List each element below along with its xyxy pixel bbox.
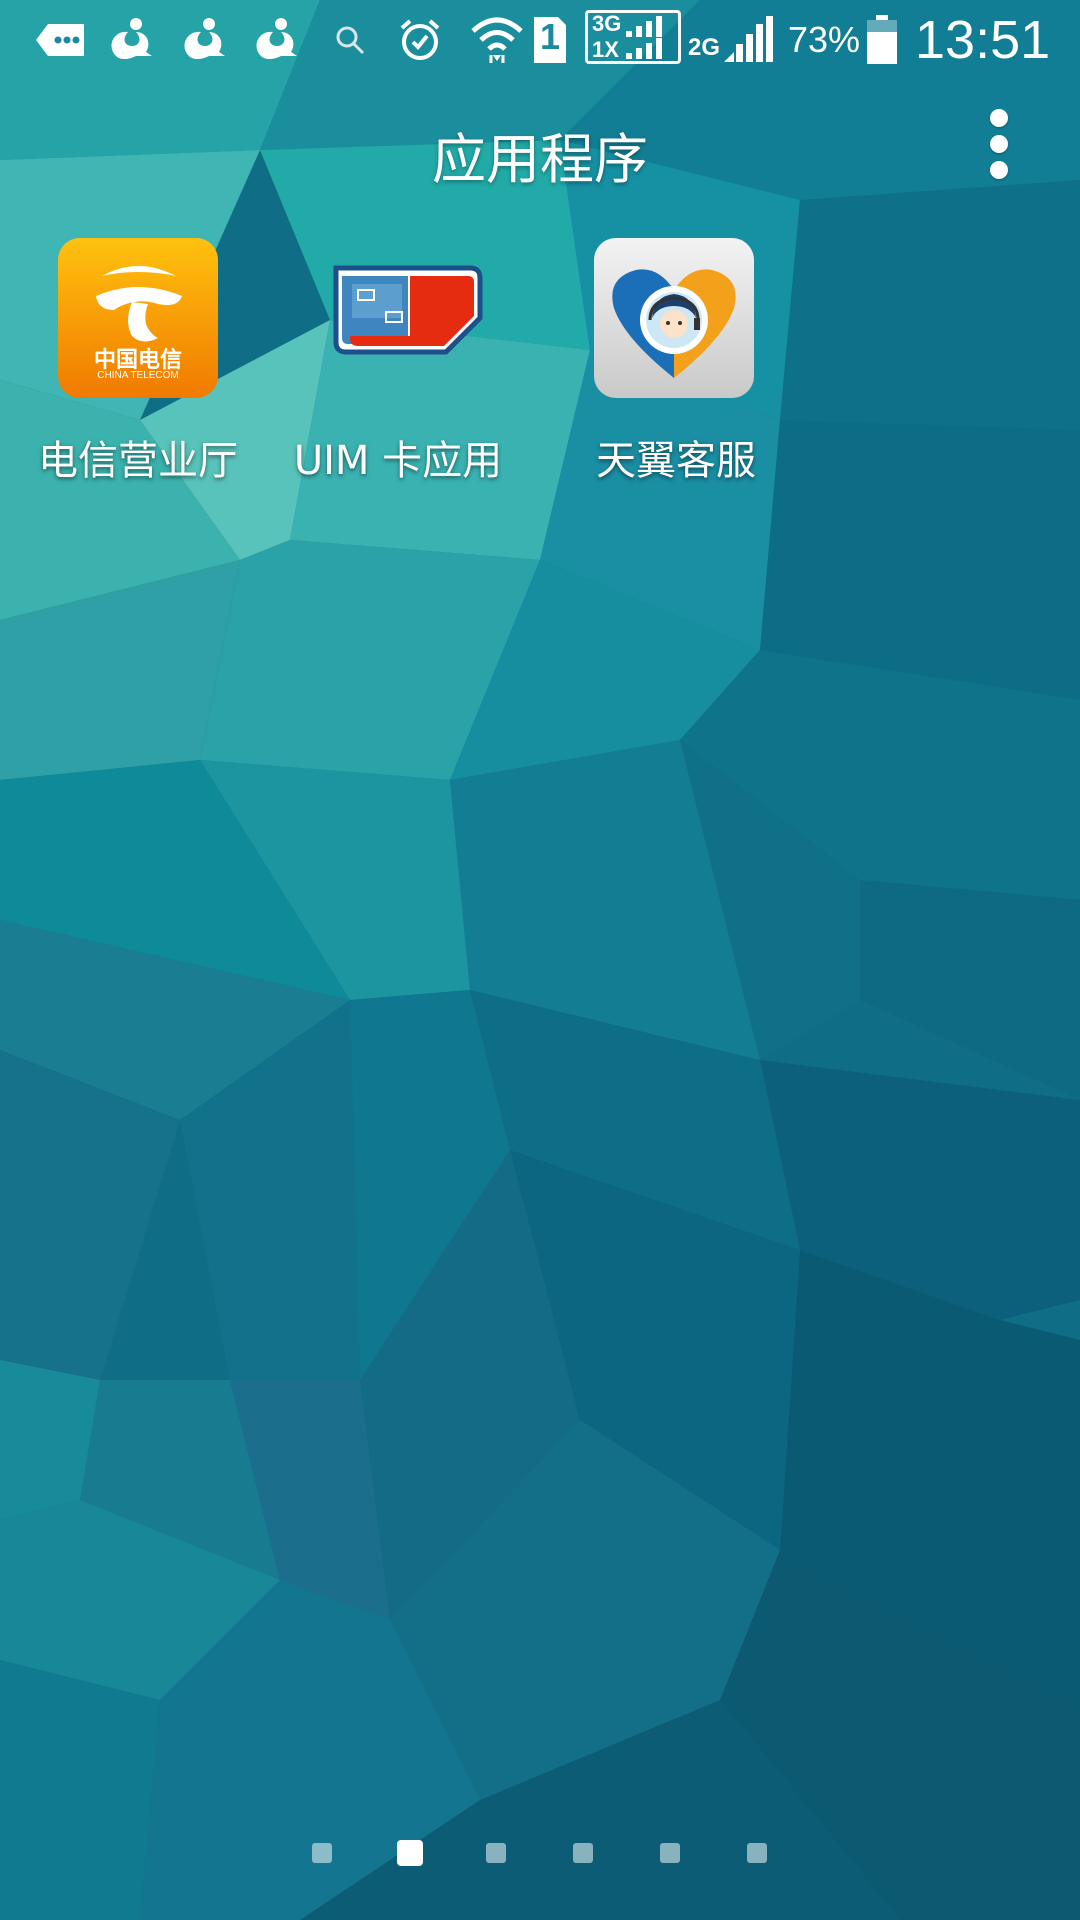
network-3g-label: 3G xyxy=(592,11,622,36)
signal-2g-icon: 2G xyxy=(688,10,776,70)
status-bar: 1 3G 1X 2G 73% 13:51 xyxy=(0,0,1080,80)
uc-browser-icon xyxy=(250,10,300,70)
page-indicator xyxy=(0,1840,1080,1873)
page-title: 应用程序 xyxy=(432,128,648,191)
page-dot-1[interactable] xyxy=(312,1843,332,1863)
network-2g-label: 2G xyxy=(688,34,721,61)
app-china-telecom[interactable]: 中国电信 CHINA TELECOM 电信营业厅 xyxy=(0,238,250,484)
telecom-logo-subtext: CHINA TELECOM xyxy=(97,370,179,381)
menu-dot-icon xyxy=(990,109,1008,127)
sim-slot-label: 1 xyxy=(540,16,561,57)
chat-icon xyxy=(30,10,90,70)
menu-dot-icon xyxy=(990,135,1008,153)
uc-browser-icon xyxy=(178,10,228,70)
page-dot-2[interactable] xyxy=(397,1840,423,1866)
app-label: 电信营业厅 xyxy=(38,438,238,484)
signal-3g-icon: 3G 1X xyxy=(585,10,681,64)
app-tianyi-service[interactable]: 天翼客服 xyxy=(536,238,786,484)
app-label: 天翼客服 xyxy=(596,438,756,484)
menu-dot-icon xyxy=(990,161,1008,179)
alarm-icon xyxy=(395,10,445,70)
page-dot-5[interactable] xyxy=(660,1843,680,1863)
uc-browser-icon xyxy=(105,10,155,70)
app-uim-card[interactable]: UIM 卡应用 xyxy=(268,238,518,484)
clock: 13:51 xyxy=(915,10,1051,70)
search-icon xyxy=(330,10,370,70)
battery-percent: 73% xyxy=(787,19,861,60)
sim-icon: 1 xyxy=(530,10,570,70)
network-1x-label: 1X xyxy=(592,37,619,62)
page-dot-4[interactable] xyxy=(573,1843,593,1863)
uim-card-icon xyxy=(328,238,488,398)
wifi-icon xyxy=(470,10,524,70)
page-dot-6[interactable] xyxy=(747,1843,767,1863)
app-label: UIM 卡应用 xyxy=(293,438,503,484)
battery-icon xyxy=(862,10,902,70)
page-dot-3[interactable] xyxy=(486,1843,506,1863)
china-telecom-icon: 中国电信 CHINA TELECOM xyxy=(58,238,218,398)
tianyi-service-icon xyxy=(594,238,754,398)
overflow-menu-button[interactable] xyxy=(968,105,1028,195)
